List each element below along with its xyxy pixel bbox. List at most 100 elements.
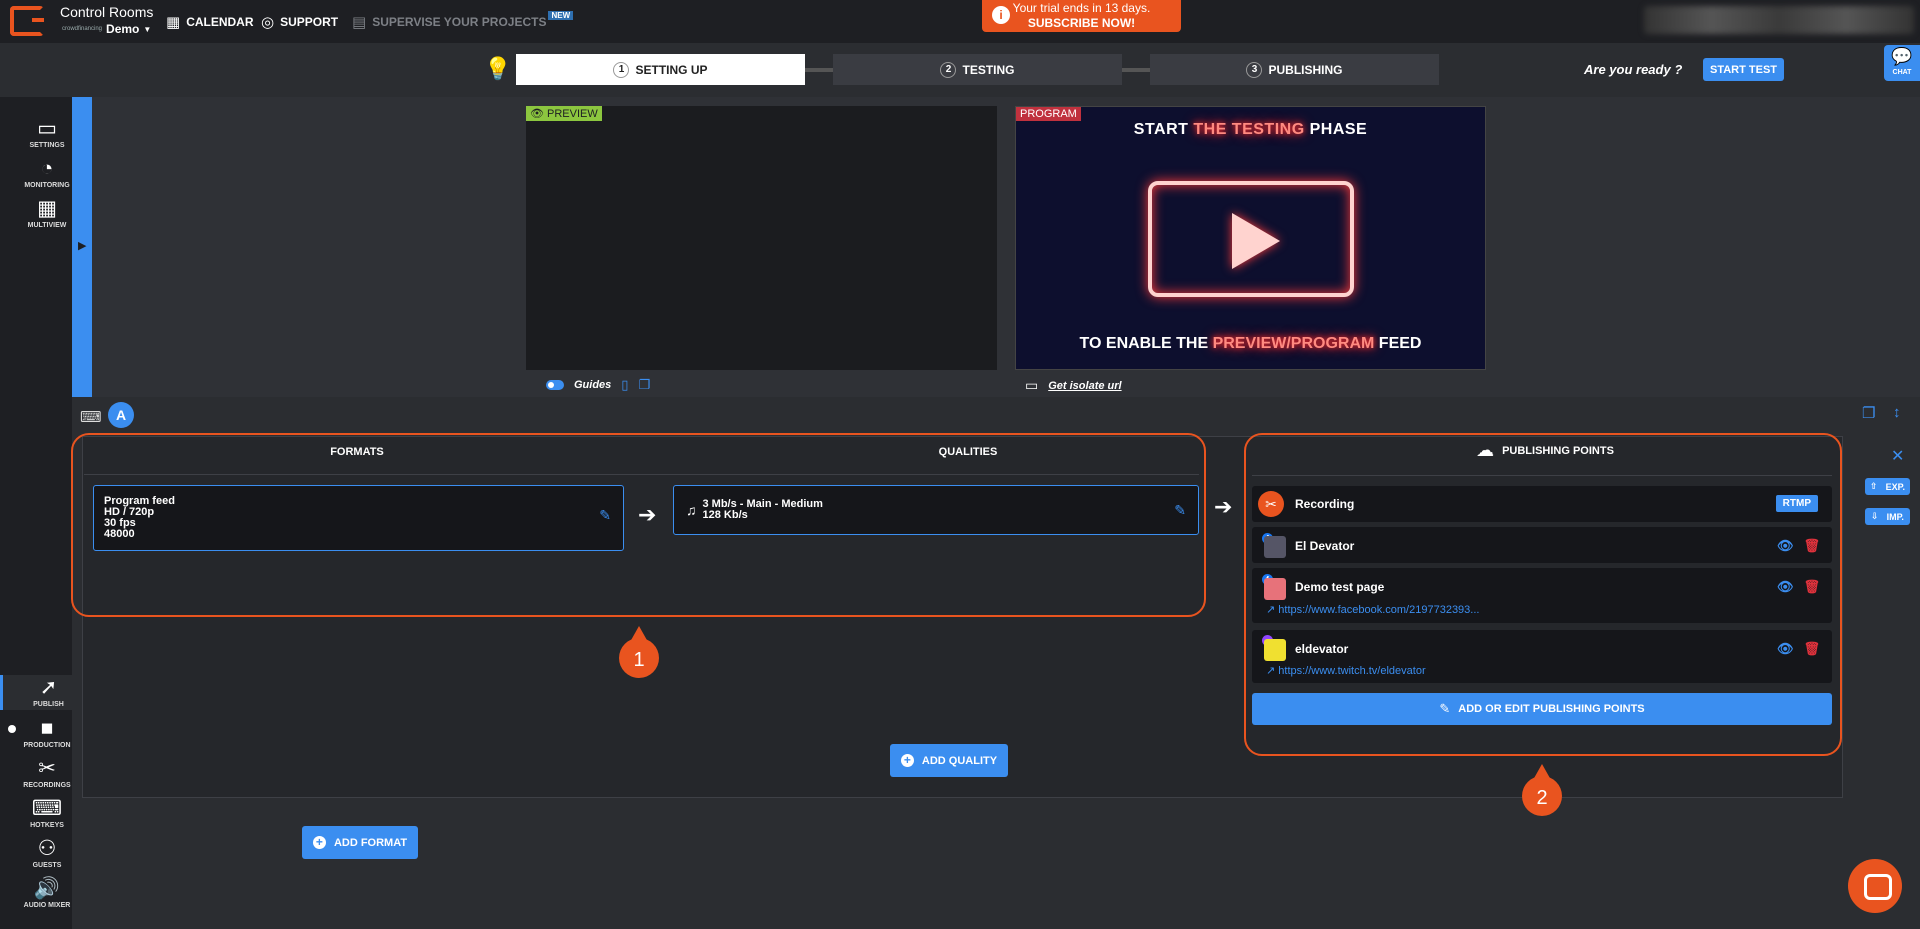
subscribe-link[interactable]: SUBSCRIBE NOW! xyxy=(982,16,1181,31)
project-selector[interactable]: crowdfinancing Demo ▼ xyxy=(62,22,151,36)
publish-icon: ➚ xyxy=(39,676,58,699)
app-title: Control Rooms xyxy=(60,4,154,20)
upload-icon: ⇧ xyxy=(1870,481,1878,491)
callout-pin-2: 2 xyxy=(1522,764,1562,816)
sidebar-item-label: AUDIO MIXER xyxy=(23,902,71,909)
sidebar-item-guests[interactable]: ⚇ GUESTS xyxy=(0,836,72,869)
expand-vertical-icon[interactable]: ↕ xyxy=(1893,404,1901,421)
keyboard-icon[interactable]: ⌨ xyxy=(80,408,102,426)
ready-prompt: Are you ready ? xyxy=(1584,62,1683,77)
nav-supervise-label: SUPERVISE YOUR PROJECTS xyxy=(372,15,547,29)
sidebar-item-multiview[interactable]: ▦ MULTIVIEW xyxy=(0,196,72,229)
step-number: 2 xyxy=(940,61,957,78)
sidebar-item-label: RECORDINGS xyxy=(23,782,71,789)
avatar[interactable]: A xyxy=(108,402,134,428)
program-controls: ▭ Get isolate url xyxy=(1025,377,1122,394)
sidebar-item-label: SETTINGS xyxy=(29,142,65,149)
trial-text: Your trial ends in 13 days. xyxy=(1012,1,1151,15)
arrow-right-icon: ➔ xyxy=(1214,494,1233,519)
settings-icon: ▭ xyxy=(37,117,57,140)
sidebar-item-production[interactable]: ■ PRODUCTION xyxy=(0,716,72,749)
chat-button[interactable]: 💬 CHAT xyxy=(1884,45,1920,81)
new-badge: NEW xyxy=(548,10,574,20)
program-title: START THE TESTING PHASE xyxy=(1133,121,1368,138)
nav-supervise-projects[interactable]: ▤ SUPERVISE YOUR PROJECTS NEW xyxy=(352,10,574,31)
step-publishing[interactable]: 3 PUBLISHING xyxy=(1150,54,1439,85)
app-logo-icon[interactable] xyxy=(10,6,44,36)
sidebar-item-label: PUBLISH xyxy=(33,701,64,708)
copy-icon[interactable]: ❐ xyxy=(638,377,650,393)
step-connector xyxy=(805,68,833,72)
sidebar-item-monitoring[interactable]: ◔ MONITORING xyxy=(0,156,72,189)
sidebar-item-audio-mixer[interactable]: 🔊 AUDIO MIXER xyxy=(0,876,72,909)
sidebar-item-recordings[interactable]: ✂ RECORDINGS xyxy=(0,756,72,789)
sidebar-item-label: PRODUCTION xyxy=(23,742,71,749)
step-label: SETTING UP xyxy=(635,62,708,77)
step-testing[interactable]: 2 TESTING xyxy=(833,54,1122,85)
step-setting-up[interactable]: 1 SETTING UP xyxy=(516,54,805,85)
chat-label: CHAT xyxy=(1892,69,1912,76)
chevron-down-icon: ▼ xyxy=(143,24,152,34)
speaker-icon: 🔊 xyxy=(33,877,61,900)
preview-monitor[interactable]: 👁 PREVIEW xyxy=(526,106,997,370)
program-footer-text: TO ENABLE THE PREVIEW/PROGRAM FEED xyxy=(1079,335,1422,352)
callout-frame-2 xyxy=(1244,433,1842,756)
user-account-area[interactable] xyxy=(1644,6,1914,34)
start-test-button[interactable]: START TEST xyxy=(1703,58,1784,81)
add-quality-button[interactable]: + ADD QUALITY xyxy=(890,744,1008,777)
add-format-label: ADD FORMAT xyxy=(333,836,408,849)
project-logo: crowdfinancing xyxy=(62,26,103,32)
export-label: EXP. xyxy=(1885,481,1905,492)
sidebar-expand-handle[interactable]: ▶ xyxy=(72,97,92,397)
export-button[interactable]: ⇧ EXP. xyxy=(1865,478,1910,495)
import-button[interactable]: ⇩ IMP. xyxy=(1865,508,1910,525)
chevron-right-icon: ▶ xyxy=(78,240,87,252)
grid-icon: ▤ xyxy=(352,14,367,31)
keyboard-icon: ⌨ xyxy=(31,797,63,820)
lightbulb-icon[interactable]: 💡 xyxy=(484,56,511,82)
import-label: IMP. xyxy=(1886,511,1904,522)
info-icon: i xyxy=(992,6,1010,24)
step-number: 3 xyxy=(1246,61,1263,78)
top-bar: Control Rooms crowdfinancing Demo ▼ ▦ CA… xyxy=(0,0,1920,43)
nav-support-label: SUPPORT xyxy=(280,15,339,29)
lifebuoy-icon: ◎ xyxy=(261,14,275,31)
sidebar-item-hotkeys[interactable]: ⌨ HOTKEYS xyxy=(0,796,72,829)
guides-toggle[interactable] xyxy=(546,380,564,390)
preview-tag: 👁 PREVIEW xyxy=(526,106,602,121)
chat-icon: 💬 xyxy=(1891,47,1913,66)
calendar-icon: ▦ xyxy=(166,14,181,31)
monitor-icon: ▭ xyxy=(1025,377,1039,393)
sidebar-item-settings[interactable]: ▭ SETTINGS xyxy=(0,116,72,149)
step-number: 1 xyxy=(613,61,630,78)
sidebar-item-label: MONITORING xyxy=(24,182,70,189)
download-icon: ⇩ xyxy=(1871,511,1879,521)
nav-support[interactable]: ◎ SUPPORT xyxy=(261,13,338,31)
sidebar-item-label: GUESTS xyxy=(32,862,62,869)
nav-calendar-label: CALENDAR xyxy=(186,15,254,29)
camera-icon: ■ xyxy=(40,717,54,740)
mobile-icon[interactable]: ▯ xyxy=(621,377,628,393)
close-icon[interactable]: ✕ xyxy=(1891,446,1904,466)
sidebar-item-label: MULTIVIEW xyxy=(27,222,67,229)
program-monitor[interactable]: PROGRAM START THE TESTING PHASE TO ENABL… xyxy=(1015,106,1486,370)
project-name: Demo xyxy=(106,22,140,36)
add-quality-label: ADD QUALITY xyxy=(921,754,998,767)
add-format-button[interactable]: + ADD FORMAT xyxy=(302,826,418,859)
isolate-url-link[interactable]: Get isolate url xyxy=(1048,380,1121,392)
program-tag: PROGRAM xyxy=(1016,107,1081,121)
sidebar-item-publish[interactable]: ➚ PUBLISH xyxy=(0,675,72,710)
step-connector xyxy=(1122,68,1150,72)
copy-icon[interactable]: ❐ xyxy=(1862,404,1875,422)
plus-icon: + xyxy=(312,836,326,849)
nav-calendar[interactable]: ▦ CALENDAR xyxy=(166,13,254,31)
multiview-icon: ▦ xyxy=(37,197,57,220)
trial-banner[interactable]: i Your trial ends in 13 days. SUBSCRIBE … xyxy=(982,0,1181,32)
callout-frame-1 xyxy=(71,433,1206,617)
guests-icon: ⚇ xyxy=(37,837,57,860)
plus-icon: + xyxy=(900,754,914,767)
callout-pin-1: 1 xyxy=(619,626,659,678)
step-label: TESTING xyxy=(962,62,1015,77)
support-chat-icon[interactable] xyxy=(1848,859,1902,913)
monitor-area xyxy=(92,97,1920,397)
